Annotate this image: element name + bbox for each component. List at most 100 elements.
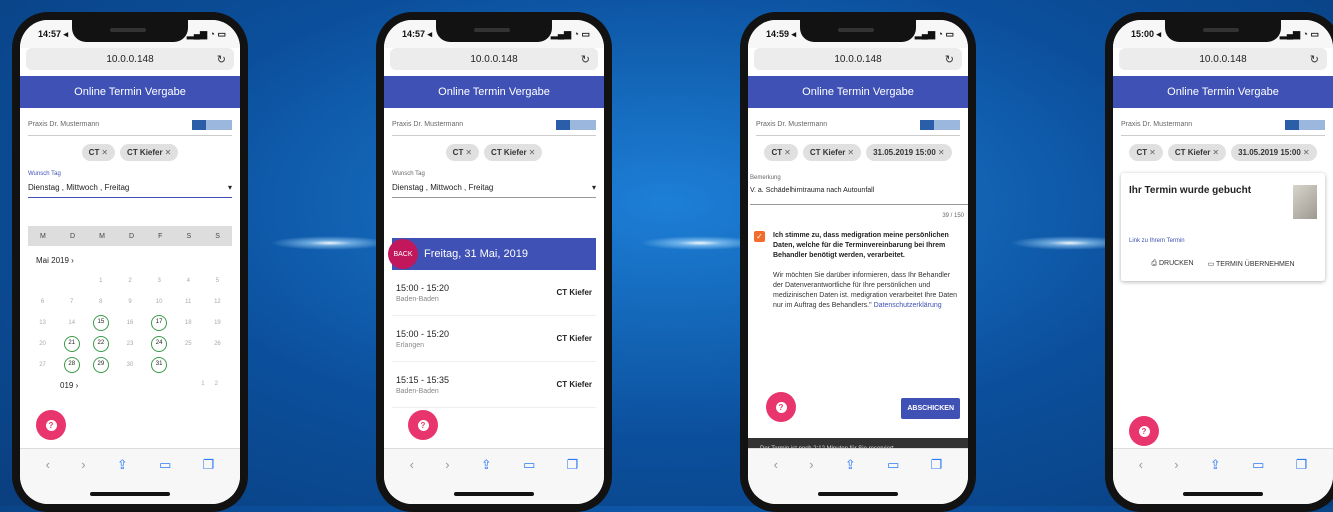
calendar-day[interactable]: 24 <box>151 336 168 352</box>
slot-device: CT Kiefer <box>556 334 592 343</box>
chip-ct[interactable]: CT ✕ <box>764 144 798 161</box>
remark-field[interactable]: Bemerkung V. a. Schädelhirntrauma nach A… <box>750 175 968 205</box>
calendar-empty <box>57 273 86 289</box>
bookmarks-icon[interactable]: ▭ <box>1252 457 1264 473</box>
reload-icon[interactable]: ↻ <box>945 53 954 66</box>
signal-icon: ▂▄▆ ◔ ▭ <box>550 28 590 39</box>
forward-icon[interactable]: › <box>1174 457 1178 473</box>
calendar-day[interactable]: 21 <box>63 336 80 352</box>
calendar-icon: ▭ <box>1207 261 1215 268</box>
calendar-day: 10 <box>155 299 163 305</box>
next-day: 2 <box>214 381 218 387</box>
take-appointment-button[interactable]: ▭ TERMIN ÜBERNEHMEN <box>1208 260 1295 268</box>
close-icon[interactable]: ✕ <box>784 148 791 157</box>
url-bar[interactable]: 10.0.0.148 ↻ <box>390 48 598 70</box>
remark-input[interactable]: V. a. Schädelhirntrauma nach Autounfall <box>750 187 968 205</box>
month-title[interactable]: Mai 2019 › <box>36 256 232 265</box>
calendar-day[interactable]: 15 <box>92 315 109 331</box>
calendar-day: 3 <box>157 278 161 284</box>
consent-text: Ich stimme zu, dass medigration meine pe… <box>773 232 949 259</box>
appointment-link[interactable]: Link zu Ihrem Termin <box>1129 238 1317 244</box>
slot-device: CT Kiefer <box>556 380 592 389</box>
weekday-header: MDMDFSS <box>28 226 232 246</box>
chip-label: CT <box>88 148 100 157</box>
wish-day-select[interactable]: Dienstag , Mittwoch , Freitag ▾ <box>28 183 232 198</box>
back-icon[interactable]: ‹ <box>46 457 50 473</box>
help-button[interactable]: ? <box>408 410 438 440</box>
close-icon[interactable]: ✕ <box>101 148 108 157</box>
date-title: Freitag, 31 Mai, 2019 <box>424 248 528 260</box>
help-button[interactable]: ? <box>766 392 796 422</box>
reload-icon[interactable]: ↻ <box>1310 53 1319 66</box>
share-icon[interactable]: ⇪ <box>845 457 856 473</box>
tabs-icon[interactable]: ❐ <box>567 457 579 473</box>
help-button[interactable]: ? <box>36 410 66 440</box>
calendar-day[interactable]: 22 <box>92 336 109 352</box>
slot-time: 15:00 - 15:20 <box>396 328 450 339</box>
close-icon[interactable]: ✕ <box>1303 148 1310 157</box>
screen: 14:57 ◂ ▂▄▆ ◔ ▭ 10.0.0.148 ↻ Online Termi… <box>20 20 240 504</box>
calendar-day[interactable]: 28 <box>63 357 80 373</box>
bookmarks-icon[interactable]: ▭ <box>523 457 535 473</box>
back-icon[interactable]: ‹ <box>1139 457 1143 473</box>
close-icon[interactable]: ✕ <box>165 148 172 157</box>
chip-ct[interactable]: CT ✕ <box>1129 144 1163 161</box>
chip-ct[interactable]: CT ✕ <box>81 144 116 161</box>
forward-icon[interactable]: › <box>809 457 813 473</box>
chip-ct[interactable]: CT ✕ <box>445 144 480 161</box>
url-bar[interactable]: 10.0.0.148 ↻ <box>26 48 234 70</box>
calendar-day: 16 <box>126 320 134 326</box>
calendar-day[interactable]: 31 <box>151 357 168 373</box>
tabs-icon[interactable]: ❐ <box>931 457 943 473</box>
slot-item[interactable]: 15:15 - 15:35 Baden-Baden CT Kiefer <box>392 362 596 408</box>
close-icon[interactable]: ✕ <box>465 148 472 157</box>
chevron-right-icon[interactable]: › <box>71 256 74 265</box>
share-icon[interactable]: ⇪ <box>481 457 492 473</box>
tabs-icon[interactable]: ❐ <box>1296 457 1308 473</box>
consent-row[interactable]: ✓ Ich stimme zu, dass medigration meine … <box>754 231 962 261</box>
reload-icon[interactable]: ↻ <box>217 53 226 66</box>
chip-ct-kiefer[interactable]: CT Kiefer ✕ <box>120 144 179 161</box>
close-icon[interactable]: ✕ <box>1212 148 1219 157</box>
close-icon[interactable]: ✕ <box>938 148 945 157</box>
calendar-day[interactable]: 17 <box>151 315 168 331</box>
app-title: Online Termin Vergabe <box>1113 76 1333 108</box>
back-icon[interactable]: ‹ <box>774 457 778 473</box>
chip-date[interactable]: 31.05.2019 15:00 ✕ <box>866 144 952 161</box>
slot-item[interactable]: 15:00 - 15:20 Baden-Baden CT Kiefer <box>392 270 596 316</box>
help-button[interactable]: ? <box>1129 416 1159 446</box>
wish-day-select[interactable]: Dienstag , Mittwoch , Freitag ▾ <box>392 183 596 198</box>
calendar-day: 11 <box>185 299 192 305</box>
share-icon[interactable]: ⇪ <box>117 457 128 473</box>
bookmarks-icon[interactable]: ▭ <box>887 457 899 473</box>
weekday-label: D <box>69 232 76 240</box>
privacy-link[interactable]: Datenschutzerklärung <box>874 302 942 309</box>
bookmarks-icon[interactable]: ▭ <box>159 457 171 473</box>
notch <box>72 20 188 42</box>
chip-ct-kiefer[interactable]: CT Kiefer ✕ <box>484 144 543 161</box>
reload-icon[interactable]: ↻ <box>581 53 590 66</box>
close-icon[interactable]: ✕ <box>529 148 536 157</box>
forward-icon[interactable]: › <box>81 457 85 473</box>
back-button[interactable]: BACK <box>388 239 418 269</box>
consent-checkbox[interactable]: ✓ <box>754 231 765 242</box>
practice-row: Praxis Dr. Mustermann <box>392 114 596 136</box>
chip-date[interactable]: 31.05.2019 15:00 ✕ <box>1231 144 1317 161</box>
submit-button[interactable]: ABSCHICKEN <box>901 398 960 419</box>
calendar-day[interactable]: 29 <box>92 357 109 373</box>
slot-item[interactable]: 15:00 - 15:20 Erlangen CT Kiefer <box>392 316 596 362</box>
close-icon[interactable]: ✕ <box>1149 148 1156 157</box>
remark-label: Bemerkung <box>750 175 781 181</box>
next-month-title[interactable]: 019 › 1 2 <box>36 381 232 390</box>
chip-ct-kiefer[interactable]: CT Kiefer ✕ <box>1167 144 1227 161</box>
share-icon[interactable]: ⇪ <box>1210 457 1221 473</box>
chip-ct-kiefer[interactable]: CT Kiefer ✕ <box>802 144 862 161</box>
url-bar[interactable]: 10.0.0.148 ↻ <box>754 48 962 70</box>
back-icon[interactable]: ‹ <box>410 457 414 473</box>
close-icon[interactable]: ✕ <box>847 148 854 157</box>
forward-icon[interactable]: › <box>445 457 449 473</box>
app-title: Online Termin Vergabe <box>20 76 240 108</box>
url-bar[interactable]: 10.0.0.148 ↻ <box>1119 48 1327 70</box>
tabs-icon[interactable]: ❐ <box>203 457 215 473</box>
print-button[interactable]: ⎙ DRUCKEN <box>1151 260 1193 268</box>
